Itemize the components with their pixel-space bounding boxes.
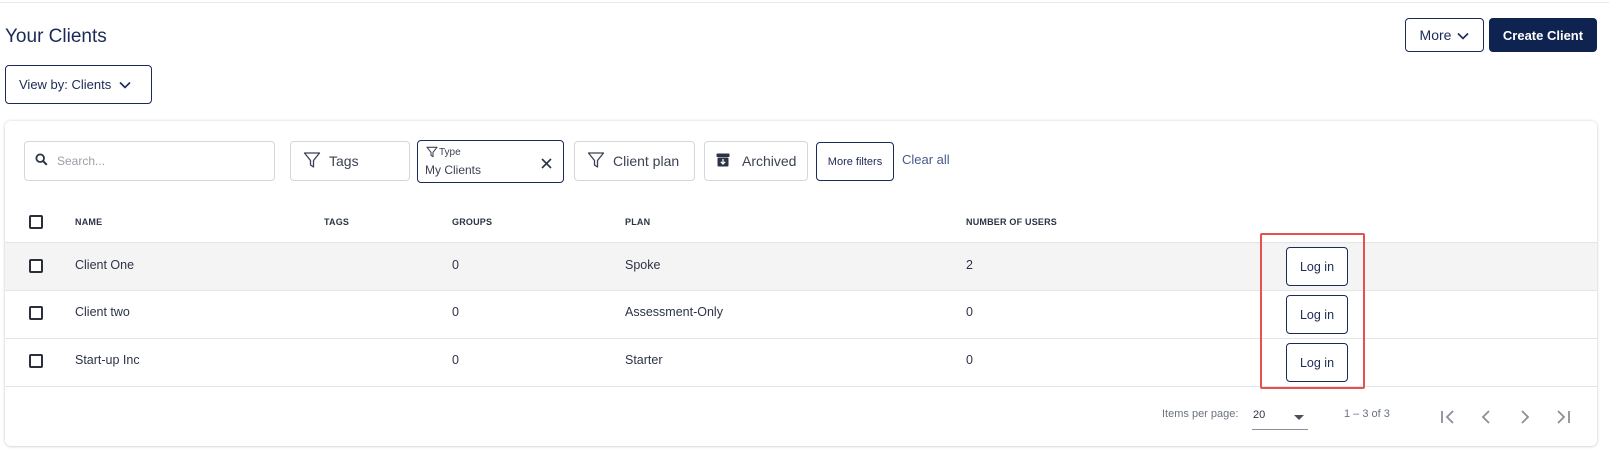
view-by-label: View by: Clients xyxy=(19,77,112,92)
search-icon xyxy=(35,153,48,169)
type-filter-value: My Clients xyxy=(425,163,482,177)
client-plan: Spoke xyxy=(625,258,661,272)
client-name[interactable]: Start-up Inc xyxy=(75,353,140,367)
archived-filter-label: Archived xyxy=(742,153,797,169)
prev-page-icon[interactable] xyxy=(1476,407,1496,432)
client-users: 0 xyxy=(966,353,973,367)
client-name[interactable]: Client One xyxy=(75,258,134,272)
log-in-button[interactable]: Log in xyxy=(1286,295,1348,334)
view-by-dropdown[interactable]: View by: Clients xyxy=(5,65,152,104)
pagination-range: 1 – 3 of 3 xyxy=(1344,408,1390,420)
filter-icon xyxy=(587,151,605,172)
select-all-checkbox[interactable] xyxy=(29,215,43,229)
client-plan: Starter xyxy=(625,353,663,367)
close-icon[interactable] xyxy=(541,156,552,174)
type-filter-label: Type xyxy=(439,147,461,158)
more-dropdown-button[interactable]: More xyxy=(1405,18,1484,52)
column-header-plan[interactable]: PLAN xyxy=(625,217,650,227)
chevron-down-icon xyxy=(119,77,131,92)
search-field[interactable] xyxy=(24,141,275,181)
client-plan-filter-button[interactable]: Client plan xyxy=(574,141,695,181)
client-groups: 0 xyxy=(452,353,459,367)
client-groups: 0 xyxy=(452,258,459,272)
row-checkbox[interactable] xyxy=(29,306,43,320)
items-per-page-value: 20 xyxy=(1253,409,1266,421)
items-per-page-select[interactable]: 20 xyxy=(1252,403,1308,430)
log-in-button[interactable]: Log in xyxy=(1286,247,1348,286)
more-button-label: More xyxy=(1419,27,1452,43)
filter-icon xyxy=(303,151,321,172)
archived-filter-button[interactable]: Archived xyxy=(704,141,808,181)
chevron-down-icon xyxy=(1457,27,1470,43)
next-page-icon[interactable] xyxy=(1515,407,1535,432)
items-per-page-label: Items per page: xyxy=(1162,408,1239,420)
tags-filter-label: Tags xyxy=(329,153,359,169)
log-in-button[interactable]: Log in xyxy=(1286,343,1348,382)
dropdown-caret-icon xyxy=(1294,415,1304,420)
table-row xyxy=(5,243,1597,290)
filter-icon xyxy=(426,145,438,163)
more-filters-button[interactable]: More filters xyxy=(816,142,894,181)
row-divider xyxy=(5,386,1597,387)
type-filter-chip[interactable]: Type My Clients xyxy=(417,140,564,183)
first-page-icon[interactable] xyxy=(1438,407,1458,432)
client-plan: Assessment-Only xyxy=(625,305,723,319)
client-users: 0 xyxy=(966,305,973,319)
row-divider xyxy=(5,338,1597,339)
client-groups: 0 xyxy=(452,305,459,319)
row-checkbox[interactable] xyxy=(29,354,43,368)
clear-all-link[interactable]: Clear all xyxy=(902,152,950,167)
tags-filter-button[interactable]: Tags xyxy=(290,141,410,181)
column-header-groups[interactable]: GROUPS xyxy=(452,217,492,227)
create-client-button[interactable]: Create Client xyxy=(1489,18,1597,52)
client-name[interactable]: Client two xyxy=(75,305,130,319)
archive-icon xyxy=(716,153,730,170)
column-header-number-of-users[interactable]: NUMBER OF USERS xyxy=(966,217,1057,227)
last-page-icon[interactable] xyxy=(1553,407,1573,432)
column-header-tags[interactable]: TAGS xyxy=(324,217,349,227)
row-checkbox[interactable] xyxy=(29,259,43,273)
search-input[interactable] xyxy=(55,153,259,169)
client-plan-filter-label: Client plan xyxy=(613,153,680,169)
column-header-name[interactable]: NAME xyxy=(75,217,102,227)
top-divider xyxy=(0,2,1609,3)
row-divider xyxy=(5,290,1597,291)
page-title: Your Clients xyxy=(5,26,107,47)
client-users: 2 xyxy=(966,258,973,272)
